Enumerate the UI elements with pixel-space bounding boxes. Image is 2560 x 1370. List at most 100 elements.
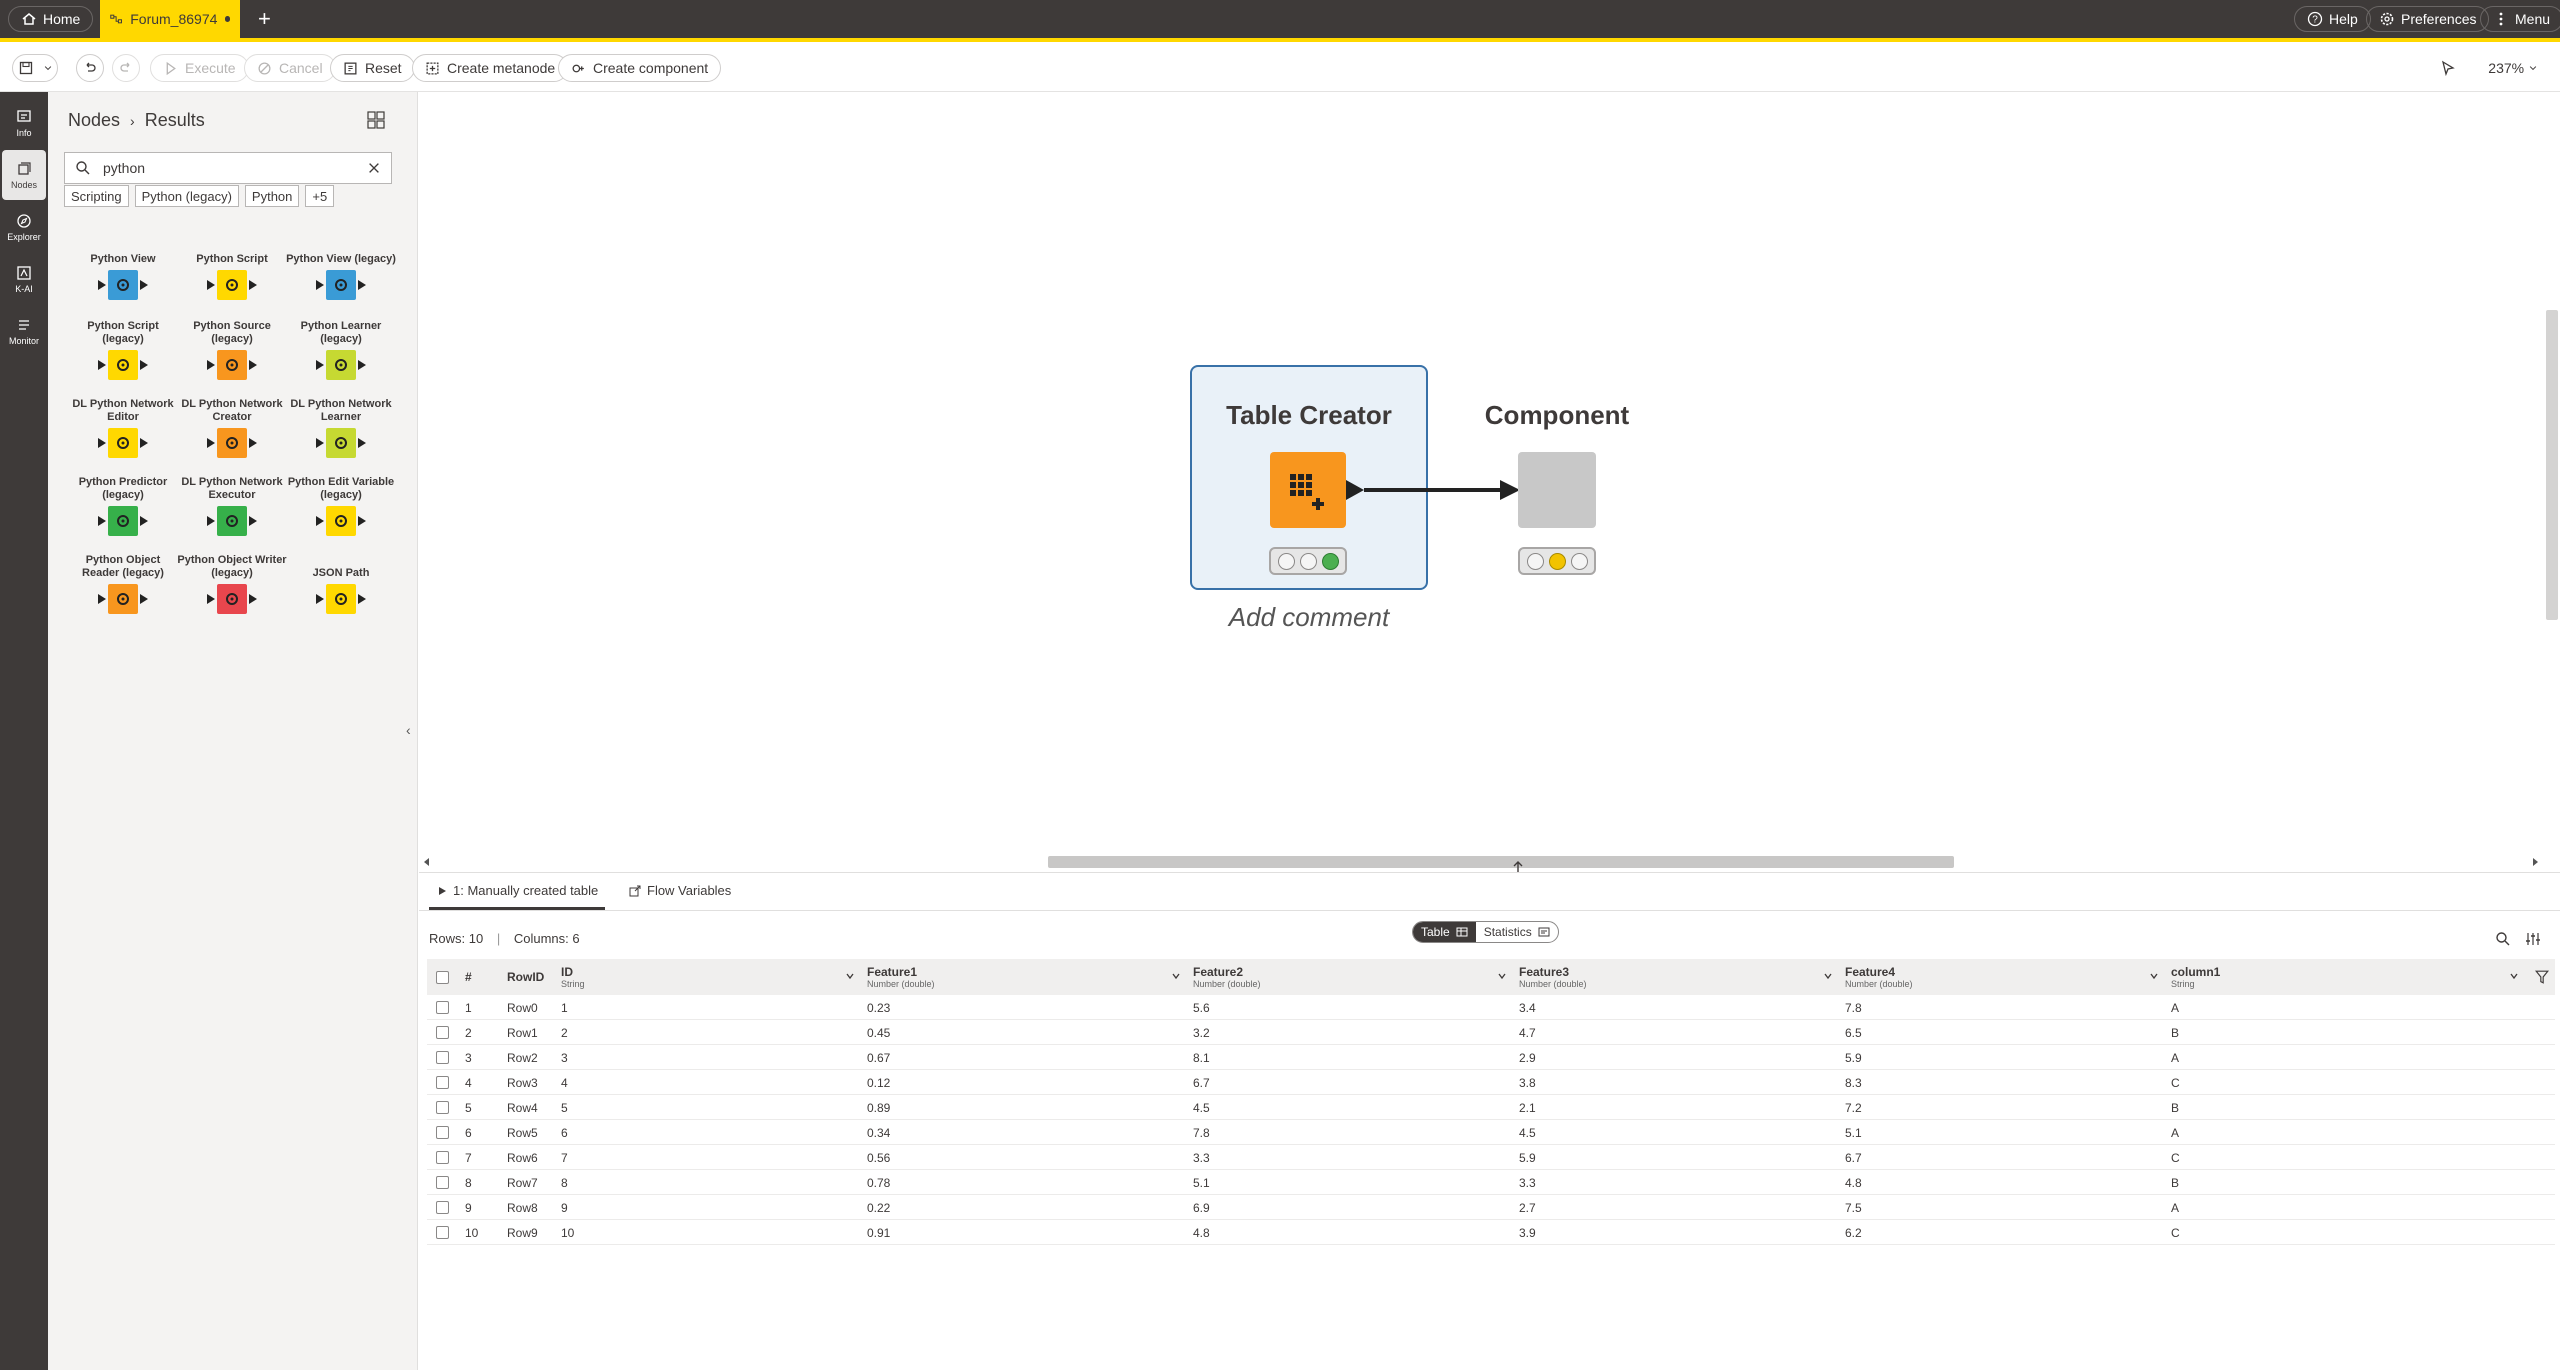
chevron-down-icon[interactable] [1823,971,1833,981]
vertical-scrollbar[interactable] [2546,310,2558,620]
column-header[interactable]: # [465,959,472,995]
input-port [316,516,324,526]
breadcrumb-root[interactable]: Nodes [68,110,120,131]
column-header[interactable]: Feature3 Number (double) [1519,959,1587,995]
create-component-button[interactable]: Create component [558,54,722,82]
scroll-right-icon[interactable] [2530,857,2540,867]
column-header[interactable]: Feature2 Number (double) [1193,959,1261,995]
scroll-left-icon[interactable] [422,857,432,867]
chevron-down-icon[interactable] [2509,971,2519,981]
home-button[interactable]: Home [8,6,94,32]
table-row[interactable]: 5 Row4 5 0.89 4.5 2.1 7.2 B [427,1095,2555,1120]
table-row[interactable]: 4 Row3 4 0.12 6.7 3.8 8.3 C [427,1070,2555,1095]
node-tile[interactable]: Python Script (legacy) [68,312,178,390]
column-header[interactable]: column1 String [2171,959,2220,995]
tag-more[interactable]: +5 [305,185,335,207]
node-tile[interactable]: DL Python Network Learner [286,390,396,468]
node-tile[interactable]: Python Script [177,232,287,310]
table-row[interactable]: 6 Row5 6 0.34 7.8 4.5 5.1 A [427,1120,2555,1145]
component-node[interactable] [1518,452,1596,528]
filter-icon[interactable] [2535,970,2549,984]
preferences-button[interactable]: Preferences [2366,6,2490,32]
add-comment[interactable]: Add comment [1190,602,1428,633]
rail-item-info[interactable]: Info [2,98,46,148]
row-checkbox[interactable] [436,1076,449,1089]
collapse-panel-button[interactable]: ‹ [406,722,411,738]
table-row[interactable]: 10 Row9 10 0.91 4.8 3.9 6.2 C [427,1220,2555,1245]
table-row[interactable]: 3 Row2 3 0.67 8.1 2.9 5.9 A [427,1045,2555,1070]
row-checkbox[interactable] [436,1201,449,1214]
search-input[interactable] [103,160,355,176]
new-tab-button[interactable]: + [258,6,271,32]
workflow-tab[interactable]: Forum_86974 [100,0,240,38]
chevron-down-icon[interactable] [2149,971,2159,981]
row-checkbox[interactable] [436,1176,449,1189]
row-checkbox[interactable] [436,1026,449,1039]
grid-view-icon[interactable] [366,110,386,130]
reset-button[interactable]: Reset [330,54,415,82]
row-checkbox[interactable] [436,1151,449,1164]
table-row[interactable]: 8 Row7 8 0.78 5.1 3.3 4.8 B [427,1170,2555,1195]
tab-output-table[interactable]: 1: Manually created table [437,883,598,898]
table-row[interactable]: 9 Row8 9 0.22 6.9 2.7 7.5 A [427,1195,2555,1220]
undo-button[interactable] [76,54,104,82]
menu-button[interactable]: Menu [2480,6,2560,32]
node-tile[interactable]: Python View [68,232,178,310]
tab-flow-variables[interactable]: Flow Variables [629,883,731,898]
tag-python[interactable]: Python [244,185,300,207]
rail-item-explorer[interactable]: Explorer [2,202,46,252]
row-checkbox[interactable] [436,1001,449,1014]
table-cell: 4 [561,1076,568,1090]
row-checkbox[interactable] [436,1051,449,1064]
select-all-checkbox[interactable] [436,971,449,984]
table-creator-node[interactable] [1270,452,1346,528]
table-row[interactable]: 7 Row6 7 0.56 3.3 5.9 6.7 C [427,1145,2555,1170]
column-header[interactable]: ID String [561,959,585,995]
settings-sliders-icon[interactable] [2525,931,2541,947]
seg-table[interactable]: Table [1413,922,1476,942]
save-button[interactable] [12,54,58,82]
table-creator-title[interactable]: Table Creator [1190,400,1428,431]
horizontal-scrollbar[interactable] [1048,856,1954,868]
node-tile[interactable]: JSON Path [286,546,396,624]
table-row[interactable]: 1 Row0 1 0.23 5.6 3.4 7.8 A [427,995,2555,1020]
rail-item-nodes[interactable]: Nodes [2,150,46,200]
row-checkbox[interactable] [436,1126,449,1139]
table-row[interactable]: 2 Row1 2 0.45 3.2 4.7 6.5 B [427,1020,2555,1045]
connection-line[interactable] [1346,478,1522,502]
cursor-icon[interactable] [2440,60,2456,76]
chevron-down-icon[interactable] [1171,971,1181,981]
chevron-down-icon[interactable] [845,971,855,981]
row-checkbox[interactable] [436,1226,449,1239]
close-icon[interactable] [367,161,381,175]
node-tile[interactable]: Python Edit Variable (legacy) [286,468,396,546]
node-tile[interactable]: DL Python Network Editor [68,390,178,468]
search-icon[interactable] [2495,931,2511,947]
help-button[interactable]: ? Help [2294,6,2371,32]
tag-python-legacy[interactable]: Python (legacy) [134,185,239,207]
node-tile[interactable]: Python Predictor (legacy) [68,468,178,546]
redo-button[interactable] [112,54,140,82]
node-tile[interactable]: Python Learner (legacy) [286,312,396,390]
component-title[interactable]: Component [1440,400,1674,431]
rail-item-kai[interactable]: K-AI [2,254,46,304]
column-header[interactable]: RowID [507,959,544,995]
node-tile[interactable]: DL Python Network Executor [177,468,287,546]
node-tile[interactable]: DL Python Network Creator [177,390,287,468]
cancel-button[interactable]: Cancel [244,54,336,82]
seg-statistics[interactable]: Statistics [1476,922,1558,942]
node-tile[interactable]: Python Object Reader (legacy) [68,546,178,624]
node-search[interactable] [64,152,392,184]
tag-scripting[interactable]: Scripting [64,185,129,207]
column-header[interactable]: Feature4 Number (double) [1845,959,1913,995]
rail-item-monitor[interactable]: Monitor [2,306,46,356]
row-checkbox[interactable] [436,1101,449,1114]
node-tile[interactable]: Python View (legacy) [286,232,396,310]
column-header[interactable]: Feature1 Number (double) [867,959,935,995]
node-tile[interactable]: Python Object Writer (legacy) [177,546,287,624]
zoom-level[interactable]: 237% [2488,60,2538,76]
execute-button[interactable]: Execute [150,54,249,82]
chevron-down-icon[interactable] [1497,971,1507,981]
create-metanode-button[interactable]: Create metanode [412,54,569,82]
node-tile[interactable]: Python Source (legacy) [177,312,287,390]
